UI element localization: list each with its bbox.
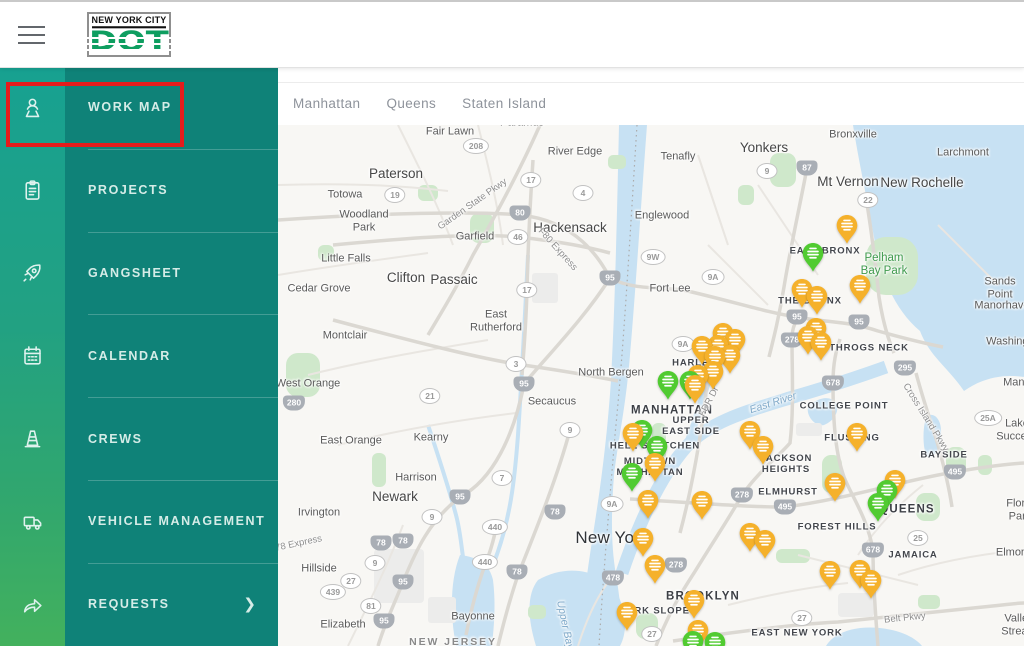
map-pin-yellow[interactable]	[691, 490, 714, 521]
app-header: NEW YORK CITY DOT	[0, 0, 1024, 68]
sidebar-item-requests[interactable]: REQUESTS ❯	[0, 562, 278, 646]
map-pin-yellow[interactable]	[644, 452, 667, 483]
clipboard-icon	[0, 178, 65, 203]
hamburger-menu-icon[interactable]	[15, 18, 57, 52]
chevron-right-icon: ❯	[243, 596, 256, 614]
sidebar-item-gangsheet[interactable]: GANGSHEET	[0, 231, 278, 315]
borough-tab-bar: Manhattan Queens Staten Island	[278, 66, 1024, 125]
map-pin-green[interactable]	[682, 630, 705, 646]
map-pin-green[interactable]	[802, 242, 825, 273]
borough-tabs: Manhattan Queens Staten Island	[293, 96, 546, 111]
map-pin-yellow[interactable]	[810, 331, 833, 362]
map-pin-yellow[interactable]	[849, 274, 872, 305]
map-pin-green[interactable]	[704, 631, 727, 646]
map-pin-yellow[interactable]	[622, 422, 645, 453]
map-pin-yellow[interactable]	[683, 589, 706, 620]
tab-staten-island[interactable]: Staten Island	[462, 96, 546, 111]
map-pin-yellow[interactable]	[860, 569, 883, 600]
share-arrow-icon	[0, 592, 65, 617]
traffic-cone-icon	[0, 426, 65, 451]
tab-manhattan[interactable]: Manhattan	[293, 96, 360, 111]
sidebar-item-projects[interactable]: PROJECTS	[0, 148, 278, 232]
sidebar-item-label: CALENDAR	[88, 348, 171, 363]
sidebar-item-label: CREWS	[88, 431, 143, 446]
sidebar-item-label: PROJECTS	[88, 183, 169, 198]
map-pin-green[interactable]	[867, 492, 890, 523]
map-pin-yellow[interactable]	[819, 560, 842, 591]
map-pin-yellow[interactable]	[836, 214, 859, 245]
map-pin-yellow[interactable]	[684, 374, 707, 405]
map-pin-yellow[interactable]	[752, 435, 775, 466]
sidebar-item-calendar[interactable]: CALENDAR	[0, 314, 278, 397]
nyc-dot-logo: NEW YORK CITY DOT	[84, 12, 174, 57]
map-pin-green[interactable]	[657, 370, 680, 401]
sidebar-item-label: GANGSHEET	[88, 265, 182, 280]
map-pin-yellow[interactable]	[846, 422, 869, 453]
map-pin-yellow[interactable]	[644, 554, 667, 585]
sidebar-item-vehicle-management[interactable]: VEHICLE MANAGEMENT	[0, 479, 278, 563]
calendar-icon	[0, 343, 65, 368]
map-pin-yellow[interactable]	[806, 285, 829, 316]
tab-queens[interactable]: Queens	[386, 96, 436, 111]
sidebar-item-label: REQUESTS	[88, 597, 170, 612]
annotation-box-work-map	[6, 82, 184, 147]
rocket-icon	[0, 260, 65, 285]
truck-icon	[0, 509, 65, 534]
map-pin-yellow[interactable]	[824, 472, 847, 503]
map-pin-yellow[interactable]	[616, 601, 639, 632]
sidebar-item-label: VEHICLE MANAGEMENT	[88, 514, 266, 529]
work-map[interactable]: ParamusFair LawnRiver EdgePatersonTotowa…	[278, 125, 1024, 646]
logo-text-dot: DOT	[84, 28, 174, 55]
map-pin-yellow[interactable]	[637, 489, 660, 520]
sidebar-menu: WORK MAP PROJECTS GANGSHEET CALENDAR CREWS VE…	[0, 66, 278, 646]
sidebar-nav: WORK MAP PROJECTS GANGSHEET CALENDAR CREWS VE…	[0, 66, 278, 646]
sidebar-item-crews[interactable]: CREWS	[0, 397, 278, 480]
map-pin-yellow[interactable]	[754, 529, 777, 560]
